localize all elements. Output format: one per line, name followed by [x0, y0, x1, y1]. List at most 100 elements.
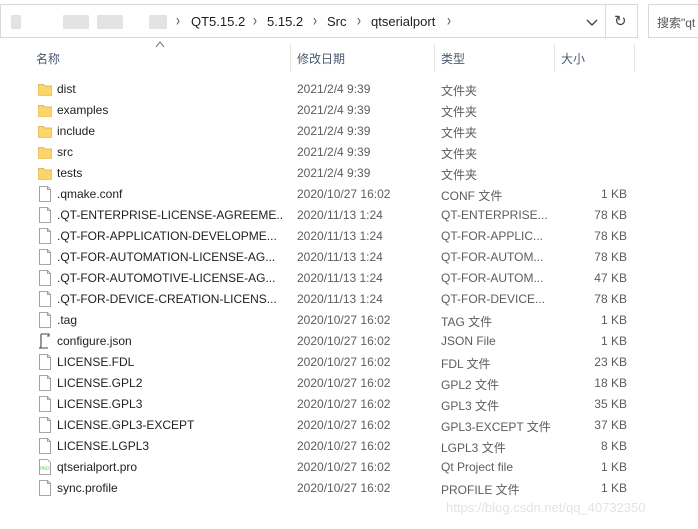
chevron-down-icon[interactable]	[583, 13, 601, 31]
file-date: 2020/11/13 1:24	[297, 271, 383, 285]
column-header-size[interactable]: 大小	[561, 50, 585, 67]
file-type: FDL 文件	[441, 357, 491, 371]
file-date: 2020/10/27 16:02	[297, 355, 391, 369]
column-divider[interactable]	[634, 44, 635, 72]
search-input[interactable]: 搜索"qt	[648, 4, 698, 38]
file-row[interactable]: LICENSE.LGPL3 2020/10/27 16:02 LGPL3 文件 8 K…	[30, 435, 636, 456]
breadcrumb-item[interactable]: qtserialport	[371, 14, 435, 29]
file-row[interactable]: .QT-FOR-AUTOMATION-LICENSE-AG... 2020/11/…	[30, 246, 636, 267]
address-bar[interactable]: › QT5.15.2 › 5.15.2 › Src › qtserialport…	[0, 4, 606, 38]
file-row[interactable]: include 2021/2/4 9:39 文件夹	[30, 120, 636, 141]
file-row[interactable]: dist 2021/2/4 9:39 文件夹	[30, 78, 636, 99]
file-type: PROFILE 文件	[441, 483, 520, 497]
file-type: GPL3-EXCEPT 文件	[441, 420, 551, 434]
file-name: .QT-FOR-APPLICATION-DEVELOPME...	[57, 229, 277, 243]
file-icon	[38, 291, 52, 307]
file-size: 1 KB	[600, 313, 627, 327]
file-icon	[38, 438, 52, 454]
file-row[interactable]: tests 2021/2/4 9:39 文件夹	[30, 162, 636, 183]
file-name: examples	[57, 103, 109, 117]
file-date: 2021/2/4 9:39	[297, 82, 371, 96]
column-header-type[interactable]: 类型	[441, 50, 465, 67]
watermark: https://blog.csdn.net/qq_40732350	[446, 500, 646, 515]
file-row[interactable]: .qmake.conf 2020/10/27 16:02 CONF 文件 1 KB	[30, 183, 636, 204]
file-row[interactable]: LICENSE.GPL2 2020/10/27 16:02 GPL2 文件 18 KB	[30, 372, 636, 393]
sort-ascending-icon	[155, 41, 165, 48]
file-icon	[38, 249, 52, 265]
file-row[interactable]: .tag 2020/10/27 16:02 TAG 文件 1 KB	[30, 309, 636, 330]
file-row[interactable]: configure.json 2020/10/27 16:02 JSON File 1…	[30, 330, 636, 351]
file-date: 2020/10/27 16:02	[297, 313, 391, 327]
file-type: LGPL3 文件	[441, 441, 506, 455]
file-row[interactable]: LICENSE.GPL3 2020/10/27 16:02 GPL3 文件 35 KB	[30, 393, 636, 414]
file-row[interactable]: .QT-FOR-APPLICATION-DEVELOPME... 2020/11/…	[30, 225, 636, 246]
file-date: 2020/10/27 16:02	[297, 187, 391, 201]
file-name: include	[57, 124, 96, 138]
file-name: .QT-FOR-DEVICE-CREATION-LICENS...	[57, 292, 277, 306]
file-name: .tag	[57, 313, 78, 327]
file-type: QT-FOR-AUTOM...	[441, 271, 544, 285]
file-type: 文件夹	[441, 84, 478, 98]
file-row[interactable]: src 2021/2/4 9:39 文件夹	[30, 141, 636, 162]
folder-icon	[38, 102, 52, 118]
file-icon	[38, 186, 52, 202]
file-icon	[38, 270, 52, 286]
file-date: 2020/10/27 16:02	[297, 397, 391, 411]
file-type: QT-ENTERPRISE...	[441, 208, 548, 222]
file-row[interactable]: LICENSE.FDL 2020/10/27 16:02 FDL 文件 23 KB	[30, 351, 636, 372]
file-size: 8 KB	[600, 439, 627, 453]
file-name: configure.json	[57, 334, 132, 348]
file-size: 78 KB	[594, 250, 627, 264]
column-header-name[interactable]: 名称	[36, 50, 60, 67]
file-type: 文件夹	[441, 126, 478, 140]
file-row[interactable]: PRO qtserialport.pro 2020/10/27 16:02 Qt Pr…	[30, 456, 636, 477]
file-name: .QT-FOR-AUTOMOTIVE-LICENSE-AG...	[57, 271, 276, 285]
file-name: src	[57, 145, 73, 159]
file-name: LICENSE.GPL3-EXCEPT	[57, 418, 195, 432]
search-placeholder: 搜索"qt	[657, 16, 696, 30]
file-size: 1 KB	[600, 481, 627, 495]
file-row[interactable]: LICENSE.GPL3-EXCEPT 2020/10/27 16:02 GPL3-…	[30, 414, 636, 435]
file-date: 2020/10/27 16:02	[297, 439, 391, 453]
file-name: .QT-FOR-AUTOMATION-LICENSE-AG...	[57, 250, 276, 264]
file-date: 2021/2/4 9:39	[297, 124, 371, 138]
column-header-date[interactable]: 修改日期	[297, 50, 345, 67]
refresh-button[interactable]: ↻	[606, 4, 638, 38]
file-date: 2020/10/27 16:02	[297, 418, 391, 432]
breadcrumb-separator-icon: ›	[176, 10, 180, 30]
file-size: 37 KB	[594, 418, 627, 432]
file-size: 1 KB	[600, 187, 627, 201]
file-row[interactable]: .QT-FOR-AUTOMOTIVE-LICENSE-AG... 2020/11/…	[30, 267, 636, 288]
file-row[interactable]: .QT-ENTERPRISE-LICENSE-AGREEME... 2020/11…	[30, 204, 636, 225]
file-icon	[38, 354, 52, 370]
breadcrumb-item[interactable]: Src	[327, 14, 347, 29]
file-type: 文件夹	[441, 147, 478, 161]
json-file-icon	[38, 333, 52, 349]
file-name: .QT-ENTERPRISE-LICENSE-AGREEME...	[57, 208, 282, 222]
file-date: 2020/11/13 1:24	[297, 229, 383, 243]
file-name: sync.profile	[57, 481, 118, 495]
breadcrumb-separator-icon: ›	[253, 10, 257, 30]
blurred-path-segment	[97, 15, 123, 29]
breadcrumb-item[interactable]: 5.15.2	[267, 14, 303, 29]
file-type: GPL2 文件	[441, 378, 500, 392]
file-size: 47 KB	[594, 271, 627, 285]
file-name: LICENSE.FDL	[57, 355, 135, 369]
file-row[interactable]: examples 2021/2/4 9:39 文件夹	[30, 99, 636, 120]
column-divider[interactable]	[434, 44, 435, 72]
file-row[interactable]: sync.profile 2020/10/27 16:02 PROFILE 文件 1 …	[30, 477, 636, 498]
column-divider[interactable]	[290, 44, 291, 72]
file-type: QT-FOR-AUTOM...	[441, 250, 544, 264]
file-size: 1 KB	[600, 334, 627, 348]
breadcrumb-item[interactable]: QT5.15.2	[191, 14, 245, 29]
file-row[interactable]: .QT-FOR-DEVICE-CREATION-LICENS... 2020/11…	[30, 288, 636, 309]
blurred-path-segment	[11, 15, 21, 29]
folder-icon	[38, 81, 52, 97]
file-name: LICENSE.GPL2	[57, 376, 143, 390]
column-divider[interactable]	[554, 44, 555, 72]
file-name: qtserialport.pro	[57, 460, 138, 474]
file-icon	[38, 417, 52, 433]
file-date: 2021/2/4 9:39	[297, 166, 371, 180]
file-date: 2020/10/27 16:02	[297, 481, 391, 495]
file-type: QT-FOR-DEVICE...	[441, 292, 546, 306]
